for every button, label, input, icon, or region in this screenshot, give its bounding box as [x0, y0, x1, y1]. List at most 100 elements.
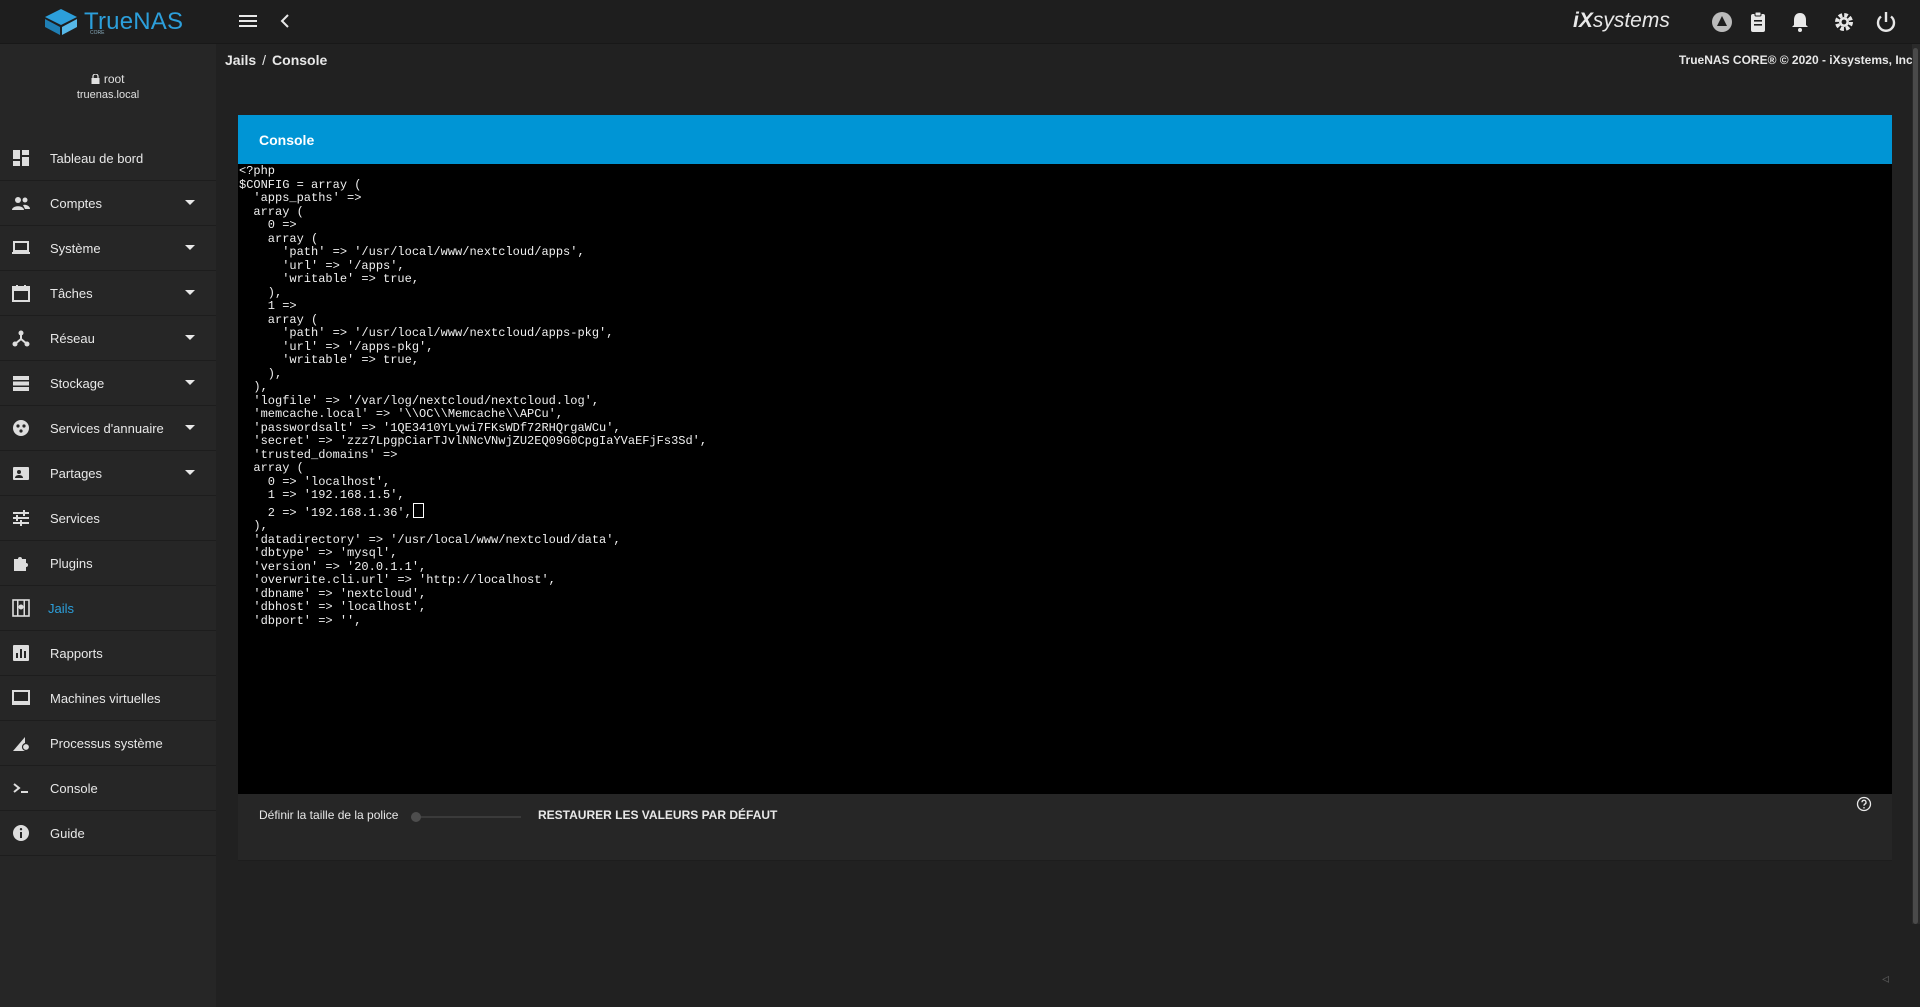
- tune-icon: [13, 510, 29, 526]
- breadcrumb-console: Console: [272, 52, 328, 68]
- restore-defaults-button[interactable]: RESTAURER LES VALEURS PAR DÉFAUT: [538, 808, 777, 822]
- terminal-line: ),: [239, 380, 268, 394]
- dashboard-icon: [13, 150, 29, 166]
- caret-down-icon[interactable]: [185, 290, 195, 295]
- top-bar: TrueNAS CORE iXsystems: [0, 0, 1920, 44]
- terminal-line: 1 =>: [239, 299, 297, 313]
- network-icon: [12, 330, 30, 347]
- terminal-line: 'apps_paths' =>: [239, 191, 362, 205]
- sidebar-item-label: Réseau: [50, 330, 95, 346]
- terminal-line: 'writable' => true,: [239, 272, 420, 286]
- sidebar-item-guide[interactable]: Guide: [0, 811, 216, 856]
- console-terminal[interactable]: <?php $CONFIG = array ( 'apps_paths' => …: [238, 164, 1892, 794]
- chart-icon: [13, 645, 29, 661]
- user-name-row[interactable]: root: [0, 44, 216, 86]
- truenas-logo[interactable]: TrueNAS: [44, 8, 183, 36]
- help-icon[interactable]: [1856, 796, 1872, 812]
- gear-icon[interactable]: [1832, 10, 1856, 34]
- terminal-line: 'dbtype' => 'mysql',: [239, 546, 398, 560]
- truenas-logo-icon: [45, 9, 77, 35]
- terminal-line: array (: [239, 312, 319, 327]
- process-icon: [13, 737, 31, 752]
- user-info: root truenas.local: [0, 44, 216, 136]
- caret-down-icon[interactable]: [185, 380, 195, 385]
- sidebar-item-console[interactable]: Console: [0, 766, 216, 811]
- terminal-line: 'dbport' => '',: [239, 613, 362, 628]
- terminal-line: 'datadirectory' => '/usr/local/www/nextc…: [239, 532, 621, 547]
- sidebar-item-machines-virtuelles[interactable]: Machines virtuelles: [0, 676, 216, 721]
- resize-corner-icon: ◃: [1882, 970, 1890, 986]
- terminal-line: $CONFIG = array (: [239, 177, 362, 192]
- sidebar-item-systeme[interactable]: Système: [0, 226, 216, 271]
- puzzle-icon: [14, 557, 28, 571]
- console-title: Console: [259, 132, 315, 148]
- sidebar-item-label: Rapports: [50, 645, 103, 661]
- font-size-slider[interactable]: [411, 812, 521, 822]
- terminal-line: array (: [239, 231, 319, 246]
- terminal-line: ),: [239, 285, 283, 300]
- logo-subtitle: CORE: [90, 30, 105, 36]
- computer-icon: [12, 690, 30, 705]
- bell-icon[interactable]: [1788, 10, 1812, 34]
- sidebar-item-services[interactable]: Services: [0, 496, 216, 541]
- hamburger-icon: [239, 15, 257, 27]
- caret-down-icon[interactable]: [185, 335, 195, 340]
- breadcrumb-jails[interactable]: Jails: [225, 52, 256, 68]
- clipboard-icon[interactable]: [1746, 10, 1770, 34]
- host-name: truenas.local: [76, 89, 140, 101]
- sidebar-item-processus-systeme[interactable]: Processus système: [0, 721, 216, 766]
- storage-icon: [13, 376, 29, 391]
- sidebar-item-label: Système: [50, 240, 101, 256]
- user-name: root: [103, 72, 125, 86]
- sidebar-item-stockage[interactable]: Stockage: [0, 361, 216, 406]
- sidebar-item-jails[interactable]: Jails: [0, 586, 216, 631]
- terminal-line: 'version' => '20.0.1.1',: [239, 559, 427, 574]
- sidebar-item-taches[interactable]: Tâches: [0, 271, 216, 316]
- sidebar-item-label: Console: [50, 780, 98, 796]
- console-card-footer: Définir la taille de la police RESTAURER…: [238, 794, 1892, 861]
- sidebar-item-comptes[interactable]: Comptes: [0, 181, 216, 226]
- calendar-icon: [12, 285, 30, 302]
- laptop-icon: [12, 241, 30, 254]
- sidebar-item-label: Services d'annuaire: [50, 420, 164, 436]
- sidebar-item-label: Jails: [48, 600, 75, 616]
- slider-track: [411, 816, 521, 818]
- collapse-sidebar-button[interactable]: [278, 12, 292, 35]
- caret-down-icon[interactable]: [185, 245, 195, 250]
- terminal-line: 'path' => '/usr/local/www/nextcloud/apps…: [239, 326, 614, 340]
- caret-down-icon[interactable]: [185, 200, 195, 205]
- terminal-line: 'trusted_domains' =>: [239, 447, 398, 462]
- terminal-line: 2 => '192.168.1.36',: [239, 505, 412, 520]
- sidebar-item-label: Partages: [50, 465, 103, 481]
- sidebar-item-rapports[interactable]: Rapports: [0, 631, 216, 676]
- sidebar-item-label: Stockage: [50, 375, 105, 391]
- sidebar-item-tableau-de-bord[interactable]: Tableau de bord: [0, 136, 216, 181]
- terminal-line: 'writable' => true,: [239, 353, 420, 367]
- terminal-line: 'memcache.local' => '\\OC\\Memcache\\APC…: [239, 407, 564, 421]
- terminal-line: 'path' => '/usr/local/www/nextcloud/apps…: [239, 245, 585, 259]
- sidebar-item-label: Machines virtuelles: [50, 690, 161, 706]
- ixsystems-logo[interactable]: iXsystems: [1573, 9, 1670, 33]
- menu-toggle-button[interactable]: [238, 12, 258, 35]
- page-scrollbar-thumb[interactable]: [1913, 48, 1918, 924]
- ix-suffix: systems: [1592, 9, 1670, 32]
- sidebar-item-reseau[interactable]: Réseau: [0, 316, 216, 361]
- slider-thumb[interactable]: [411, 812, 421, 822]
- console-card-header: Console: [238, 115, 1892, 164]
- info-icon: [13, 825, 29, 841]
- sidebar-item-partages[interactable]: Partages: [0, 451, 216, 496]
- caret-down-icon[interactable]: [185, 470, 195, 475]
- terminal-output: <?php $CONFIG = array ( 'apps_paths' => …: [238, 164, 1892, 628]
- copyright-text: TrueNAS CORE® © 2020 - iXsystems, Inc.: [1678, 53, 1916, 67]
- sidebar-item-plugins[interactable]: Plugins: [0, 541, 216, 586]
- truecommand-icon[interactable]: [1710, 10, 1734, 34]
- terminal-icon: [13, 783, 28, 793]
- directory-icon: [13, 420, 29, 436]
- sidebar-item-label: Comptes: [50, 195, 103, 211]
- caret-down-icon[interactable]: [185, 425, 195, 430]
- terminal-line: 'passwordsalt' => '1QE3410YLywi7FKsWDf72…: [239, 420, 621, 435]
- power-icon[interactable]: [1874, 10, 1898, 34]
- sidebar-item-services-d-annuaire[interactable]: Services d'annuaire: [0, 406, 216, 451]
- lock-icon: [91, 73, 100, 84]
- terminal-line: array (: [239, 204, 304, 219]
